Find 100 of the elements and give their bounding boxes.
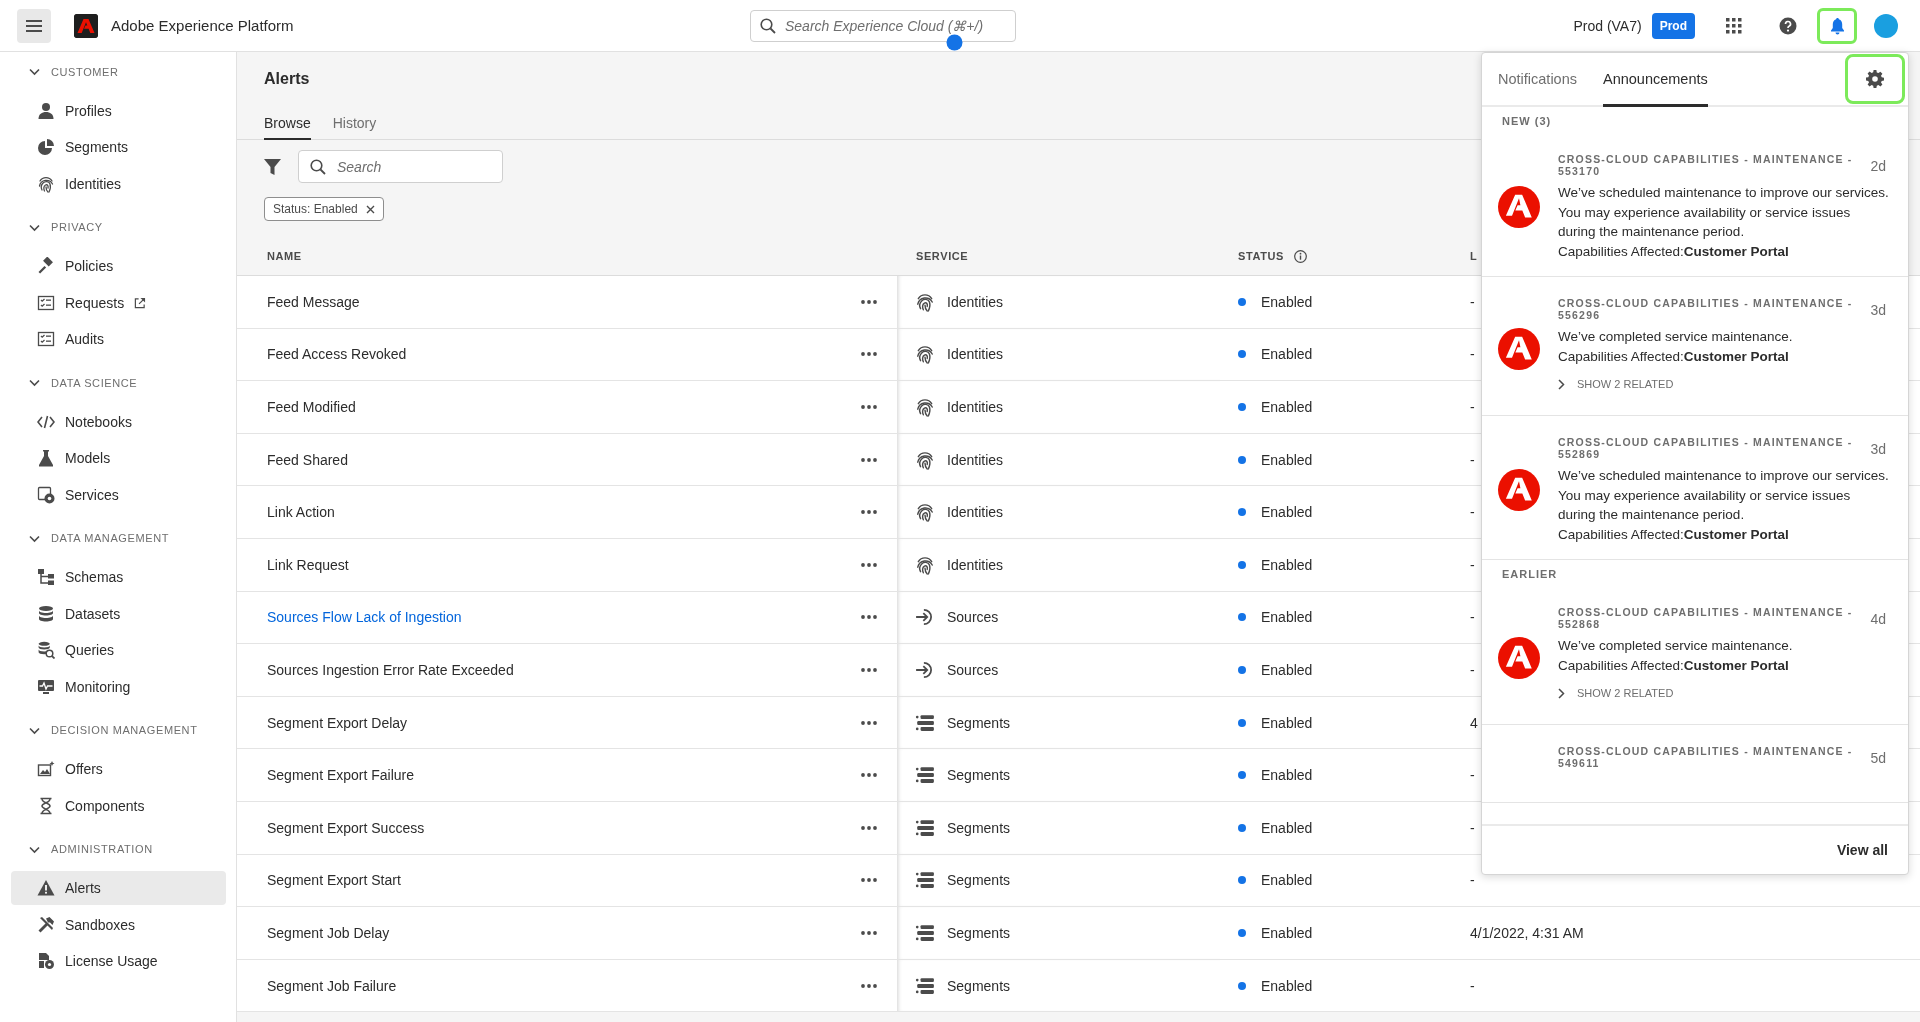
tab[interactable]: Browse xyxy=(264,106,311,140)
alert-name[interactable]: Link Request xyxy=(267,556,349,573)
alert-name[interactable]: Segment Export Start xyxy=(267,872,401,889)
sign-in-icon xyxy=(915,607,935,628)
alert-name[interactable]: Segment Export Failure xyxy=(267,767,415,784)
alert-name[interactable]: Sources Ingestion Error Rate Exceeded xyxy=(267,661,514,678)
announcement-title[interactable]: CROSS-CLOUD CAPABILITIES - MAINTENANCE - 549611 xyxy=(1558,745,1857,769)
status-text: Enabled xyxy=(1261,346,1313,363)
announcement-title[interactable]: CROSS-CLOUD CAPABILITIES - MAINTENANCE - 552868 xyxy=(1558,606,1857,630)
nav-item[interactable]: Schemas xyxy=(11,560,226,594)
nav-item[interactable]: Datasets xyxy=(11,596,226,631)
age-label: 2d xyxy=(1870,157,1887,174)
service-name: Identities xyxy=(947,399,1004,415)
chevron-icon[interactable] xyxy=(29,377,40,388)
status-text: Enabled xyxy=(1261,399,1313,415)
sandbox-button[interactable]: Prod xyxy=(1651,12,1695,39)
nav-item[interactable]: Identities xyxy=(11,166,226,201)
tab[interactable]: Announcements xyxy=(1603,53,1708,107)
show-related-button[interactable]: SHOW 2 RELATED xyxy=(1558,378,1674,390)
column-header[interactable]: STATUS xyxy=(1238,250,1284,262)
status-text: Enabled xyxy=(1261,556,1313,573)
logo-icon xyxy=(1498,636,1540,679)
section-heading: PRIVACY xyxy=(51,221,103,233)
nav-item[interactable]: Models xyxy=(11,441,226,475)
settings-button[interactable] xyxy=(1845,54,1905,104)
status-text: Enabled xyxy=(1261,714,1313,731)
nav-item[interactable]: Monitoring xyxy=(11,669,226,704)
search-field[interactable]: Search xyxy=(298,150,503,183)
alert-name[interactable]: Feed Modified xyxy=(267,399,356,415)
announcement-title[interactable]: CROSS-CLOUD CAPABILITIES - MAINTENANCE - 553170 xyxy=(1558,153,1857,177)
service-name: Sources xyxy=(947,609,999,626)
tab[interactable]: History xyxy=(332,106,377,140)
status-text: Enabled xyxy=(1261,977,1313,994)
logo-icon xyxy=(1498,469,1540,511)
nav-item[interactable]: Policies xyxy=(11,249,226,283)
search-field[interactable]: Search Experience Cloud (⌘+/) xyxy=(750,10,1016,42)
section-heading: ADMINISTRATION xyxy=(51,843,153,855)
nav-item[interactable]: Components xyxy=(11,788,226,823)
fingerprint-icon xyxy=(915,449,935,470)
filter-tag[interactable]: Status: Enabled xyxy=(264,197,384,221)
chevron-icon[interactable] xyxy=(29,66,40,77)
table-cell: - xyxy=(1470,451,1475,468)
nav-item[interactable]: Offers xyxy=(11,752,226,786)
alert-name[interactable]: Feed Message xyxy=(267,293,360,310)
service-name: Sources xyxy=(947,661,999,678)
filter-tag-label: Status: Enabled xyxy=(273,202,358,216)
service-name: Identities xyxy=(947,504,1004,521)
page-title: Alerts xyxy=(264,70,310,88)
alert-name[interactable]: Link Action xyxy=(267,504,335,521)
tools-icon xyxy=(37,915,55,934)
nav-item[interactable]: Audits xyxy=(11,322,226,356)
alert-name[interactable]: Segment Export Delay xyxy=(267,714,408,731)
nav-item[interactable]: Notebooks xyxy=(11,404,226,439)
nav-item[interactable]: Profiles xyxy=(11,93,226,128)
tab[interactable]: Notifications xyxy=(1498,53,1577,107)
nav-item[interactable]: Sandboxes xyxy=(11,907,226,942)
document-gear-icon xyxy=(37,952,55,970)
menu-button[interactable] xyxy=(17,8,51,43)
nav-item[interactable]: Services xyxy=(11,477,226,512)
alert-name[interactable]: Sources Flow Lack of Ingestion xyxy=(267,609,462,626)
column-header[interactable]: NAME xyxy=(267,250,302,262)
avatar[interactable] xyxy=(1874,13,1898,38)
nav-item[interactable]: Queries xyxy=(11,633,226,667)
ellipsis-icon xyxy=(861,667,877,672)
table-cell: - xyxy=(1470,609,1475,626)
nav-item[interactable]: Alerts xyxy=(11,871,226,905)
affected-text: Capabilities Affected:Customer Portal xyxy=(1558,348,1789,364)
gear-box-icon xyxy=(37,485,55,504)
org-name: Prod (VA7) xyxy=(1573,17,1642,34)
fingerprint-icon xyxy=(915,344,935,365)
affected-text: Capabilities Affected:Customer Portal xyxy=(1558,657,1789,673)
view-all-link[interactable]: View all xyxy=(1836,842,1888,858)
service-name: Identities xyxy=(947,346,1004,363)
status-text: Enabled xyxy=(1261,504,1313,521)
service-name: Segments xyxy=(947,714,1011,731)
section-heading: CUSTOMER xyxy=(51,65,119,78)
table-cell: - xyxy=(1470,399,1475,415)
announcement-title[interactable]: CROSS-CLOUD CAPABILITIES - MAINTENANCE - 552869 xyxy=(1558,436,1857,460)
announcement-title[interactable]: CROSS-CLOUD CAPABILITIES - MAINTENANCE - 556296 xyxy=(1558,297,1857,321)
table-cell: - xyxy=(1470,293,1475,310)
column-header[interactable]: L xyxy=(1470,250,1478,262)
nav-item[interactable]: License Usage xyxy=(11,944,226,978)
announcement-text: We’ve completed service maintenance. xyxy=(1558,329,1793,344)
nav-item[interactable]: Requests xyxy=(11,285,226,320)
nav-item[interactable]: Segments xyxy=(11,130,226,164)
person-icon xyxy=(37,101,55,120)
alert-name[interactable]: Segment Job Delay xyxy=(267,924,390,941)
alert-name[interactable]: Feed Shared xyxy=(267,451,348,468)
alert-name[interactable]: Segment Export Success xyxy=(267,819,425,836)
logo-icon xyxy=(1498,327,1540,370)
logo-icon[interactable] xyxy=(74,13,98,38)
show-related-button[interactable]: SHOW 2 RELATED xyxy=(1558,687,1674,699)
alert-name[interactable]: Segment Job Failure xyxy=(267,977,397,994)
service-name: Identities xyxy=(947,556,1004,573)
help-icon xyxy=(1779,16,1797,35)
notifications-button[interactable] xyxy=(1817,7,1857,44)
database-icon xyxy=(37,604,55,623)
close-icon xyxy=(365,204,375,214)
column-header[interactable]: SERVICE xyxy=(916,250,969,262)
alert-name[interactable]: Feed Access Revoked xyxy=(267,346,407,363)
